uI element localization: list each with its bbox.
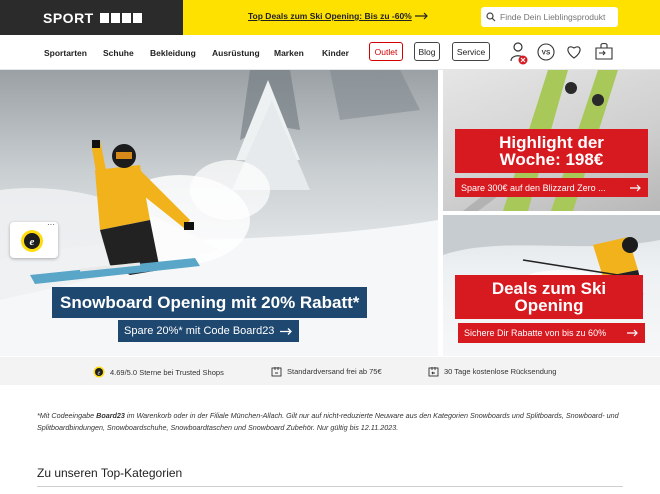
usp-rating[interactable]: e 4.69/5.0 Sterne bei Trusted Shops: [93, 366, 224, 378]
promo-text: Top Deals zum Ski Opening: Bis zu -60%: [248, 11, 412, 21]
top-bar: SPORT Top Deals zum Ski Opening: Bis zu …: [0, 0, 660, 35]
usp-shipping-text: Standardversand frei ab 75€: [287, 367, 382, 376]
promo-link[interactable]: Top Deals zum Ski Opening: Bis zu -60%: [248, 11, 429, 21]
arrow-right-icon: [414, 12, 428, 20]
svg-text:e: e: [30, 236, 35, 248]
account-icon[interactable]: [509, 41, 529, 70]
heart-icon[interactable]: [566, 45, 582, 64]
main-nav: Sportarten Schuhe Bekleidung Ausrüstung …: [0, 35, 660, 70]
highlight-cta[interactable]: Spare 300€ auf den Blizzard Zero ...: [455, 178, 648, 197]
compare-icon[interactable]: VS: [537, 43, 555, 66]
ski-opening-cta-label: Sichere Dir Rabatte von bis zu 60%: [464, 328, 607, 338]
arrow-right-icon: [627, 329, 638, 337]
trusted-shops-badge[interactable]: e ···: [10, 220, 58, 258]
highlight-cta-label: Spare 300€ auf den Blizzard Zero ...: [461, 182, 606, 193]
disclaimer-code: Board23: [96, 411, 125, 420]
ski-opening-title-line2: Opening: [514, 296, 584, 315]
search-input[interactable]: [500, 12, 615, 22]
nav-item-bekleidung[interactable]: Bekleidung: [150, 48, 196, 58]
disclaimer-rest: im Warenkorb oder in der Filiale München…: [37, 411, 619, 432]
nav-item-marken[interactable]: Marken: [274, 48, 304, 58]
usp-rating-text: 4.69/5.0 Sterne bei Trusted Shops: [110, 367, 224, 377]
trusted-shops-icon: e: [93, 366, 105, 378]
usp-returns: 30 Tage kostenlose Rücksendung: [428, 366, 556, 377]
return-package-icon: [428, 367, 439, 377]
usp-returns-text: 30 Tage kostenlose Rücksendung: [444, 367, 557, 376]
ski-opening-cta[interactable]: Sichere Dir Rabatte von bis zu 60%: [458, 323, 645, 343]
hero-main-cta[interactable]: Spare 20%* mit Code Board23: [118, 320, 300, 342]
svg-text:e: e: [98, 370, 101, 376]
search-box[interactable]: [481, 7, 618, 27]
cart-icon[interactable]: [594, 42, 614, 65]
service-button[interactable]: Service: [452, 42, 490, 61]
outlet-button[interactable]: Outlet: [369, 42, 403, 61]
highlight-title: Highlight der Woche: 198€: [455, 129, 648, 173]
hero-main-title: Snowboard Opening mit 20% Rabatt*: [52, 287, 368, 318]
nav-item-ausruestung[interactable]: Ausrüstung: [212, 48, 260, 58]
nav-item-kinder[interactable]: Kinder: [322, 48, 349, 58]
highlight-title-line1: Highlight der: [499, 132, 604, 152]
search-icon: [486, 12, 496, 22]
package-icon: [271, 367, 282, 377]
nav-item-schuhe[interactable]: Schuhe: [103, 48, 134, 58]
nav-item-sportarten[interactable]: Sportarten: [44, 48, 87, 58]
usp-strip: e 4.69/5.0 Sterne bei Trusted Shops Stan…: [0, 357, 660, 385]
usp-shipping: Standardversand frei ab 75€: [271, 366, 382, 377]
section-divider: [37, 486, 623, 487]
promo-disclaimer: *Mit Codeeingabe Board23 im Warenkorb od…: [37, 410, 627, 433]
badge-menu-icon[interactable]: ···: [47, 220, 55, 229]
ski-opening-title: Deals zum Ski Opening: [455, 275, 643, 319]
logo[interactable]: SPORT: [0, 0, 183, 35]
hero-main-cta-label: Spare 20%* mit Code Board23: [124, 325, 275, 337]
ski-opening-title-line1: Deals zum Ski: [491, 278, 607, 298]
blog-button[interactable]: Blog: [414, 42, 440, 61]
top-categories-title: Zu unseren Top-Kategorien: [37, 466, 183, 480]
logo-word: SPORT: [43, 9, 94, 26]
compare-label: VS: [542, 50, 551, 57]
logo-bill-mark: [99, 12, 142, 23]
disclaimer-prefix: *Mit Codeeingabe: [37, 411, 97, 420]
arrow-right-icon: [280, 327, 293, 335]
highlight-title-line2: Woche: 198€: [499, 150, 604, 169]
arrow-right-icon: [630, 184, 641, 191]
